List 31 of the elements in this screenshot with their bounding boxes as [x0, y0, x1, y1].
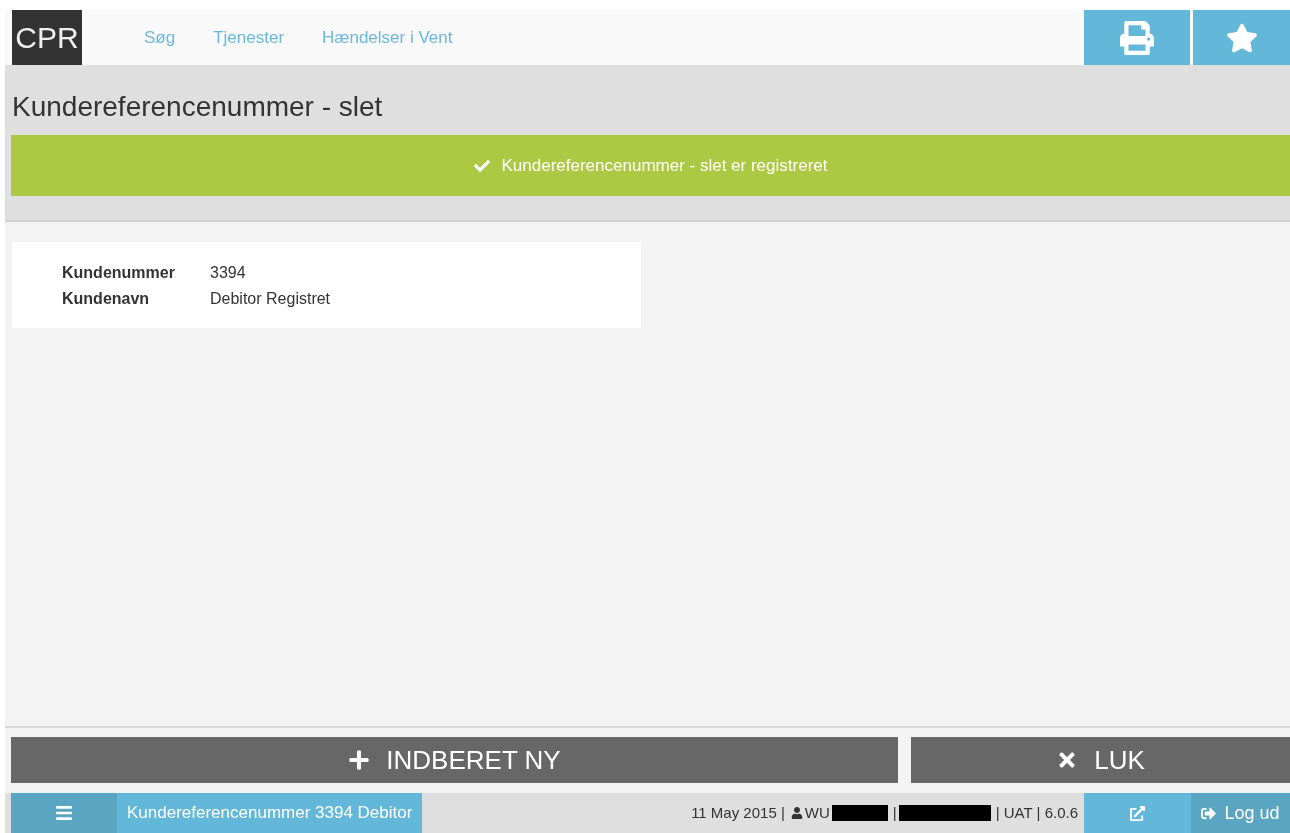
- favorite-button[interactable]: [1193, 10, 1290, 65]
- check-icon: [473, 157, 490, 174]
- page-title: Kundereferencenummer - slet: [12, 91, 384, 123]
- nav-link[interactable]: Søg: [144, 24, 176, 51]
- nav-link[interactable]: Tjenester: [213, 24, 285, 51]
- field-value: Debitor Registret: [210, 289, 331, 309]
- close-button[interactable]: LUK: [911, 737, 1290, 783]
- environment-text: | UAT | 6.0.6: [995, 802, 1078, 823]
- report-new-button[interactable]: INDBERET NY: [11, 737, 898, 783]
- menu-icon: [55, 804, 73, 822]
- plus-icon: [348, 749, 371, 771]
- field-label: Kundenavn: [62, 289, 151, 309]
- star-icon: [1225, 21, 1258, 54]
- external-link-icon: [1130, 805, 1145, 821]
- logo[interactable]: CPR: [12, 10, 82, 65]
- printer-icon: [1120, 20, 1154, 55]
- logout-button[interactable]: Log ud: [1191, 793, 1290, 833]
- context-tab[interactable]: Kundereferencenummer 3394 Debitor: [117, 793, 423, 833]
- date-text: 11 May 2015 |: [691, 802, 785, 823]
- user-text: WU: [804, 802, 830, 823]
- menu-button[interactable]: [11, 793, 117, 833]
- external-link-button[interactable]: [1084, 793, 1191, 833]
- redaction-bar: [831, 805, 888, 821]
- field-label: Kundenummer: [62, 263, 176, 283]
- print-button[interactable]: [1084, 10, 1190, 65]
- field-value: 3394: [210, 263, 246, 283]
- logout-icon: [1201, 805, 1217, 821]
- user-icon: [790, 807, 803, 819]
- nav-link[interactable]: Hændelser i Vent: [322, 24, 453, 51]
- success-message: Kundereferencenummer - slet er registreret: [501, 154, 828, 177]
- separator-text: |: [892, 802, 897, 823]
